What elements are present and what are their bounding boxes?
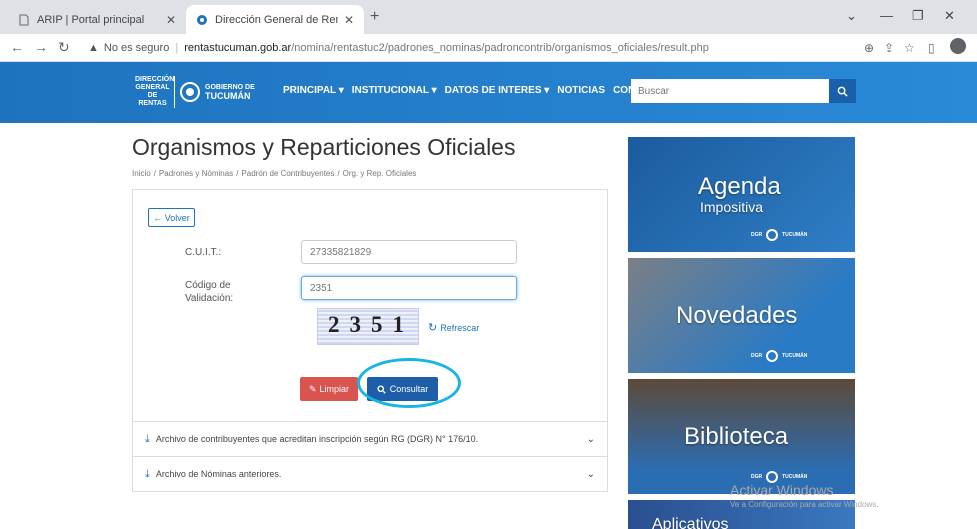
profile-avatar[interactable] <box>950 38 966 54</box>
cuit-label: C.U.I.T.: <box>185 247 222 258</box>
site-logo[interactable]: DIRECCIÓN GENERAL DE RENTAS GOBIERNO DE … <box>135 75 255 109</box>
banner-title: Biblioteca <box>684 423 789 450</box>
watermark-title: Activar Windows <box>730 482 834 498</box>
url-path: /nomina/rentastuc2/padrones_nominas/padr… <box>291 42 709 54</box>
banner-logo: DGR TUCUMÁN <box>751 228 841 242</box>
government-seal-icon <box>180 82 200 102</box>
main-navigation: PRINCIPAL ▾ INSTITUCIONAL ▾ DATOS DE INT… <box>283 85 677 96</box>
logo-gob-name: TUCUMÁN <box>205 91 251 101</box>
highlight-circle <box>357 358 461 408</box>
sidebar-icon[interactable]: ▯ <box>928 41 935 55</box>
page-title: Organismos y Reparticiones Oficiales <box>132 134 516 160</box>
url-field[interactable]: ▲ No es seguro | rentastucuman.gob.ar /n… <box>88 37 888 59</box>
nav-principal[interactable]: PRINCIPAL ▾ <box>283 85 344 96</box>
breadcrumb-padrones[interactable]: Padrones y Nóminas <box>159 169 233 178</box>
banner-title: Novedades <box>676 302 798 329</box>
breadcrumb-padron-contribuyentes[interactable]: Padrón de Contribuyentes <box>241 169 334 178</box>
back-button[interactable]: ← Volver <box>148 208 195 227</box>
close-icon[interactable]: ✕ <box>344 13 354 27</box>
windows-activation-watermark: Activar Windows Ve a Configuración para … <box>730 482 879 509</box>
validation-code-value: 2351 <box>310 282 333 294</box>
nav-noticias[interactable]: NOTICIAS <box>557 85 605 96</box>
cuit-field[interactable]: 27335821829 <box>301 240 517 264</box>
download-icon: ⤓ <box>145 467 150 480</box>
refresh-label: Refrescar <box>440 322 480 333</box>
breadcrumb: Inicio / Padrones y Nóminas / Padrón de Cont… <box>132 169 417 178</box>
government-seal-icon <box>766 229 779 241</box>
page-icon <box>19 14 29 25</box>
minimize-icon[interactable]: — <box>880 8 893 23</box>
download-icon: ⤓ <box>145 432 150 445</box>
search-button[interactable] <box>829 79 856 103</box>
banner-agenda-impositiva[interactable]: Agenda Impositiva DGR TUCUMÁN <box>628 137 855 252</box>
accordion-nominas-anteriores[interactable]: ⤓ Archivo de Nóminas anteriores. ⌄ <box>132 457 608 492</box>
logo-gob-text: GOBIERNO DE TUCUMÁN <box>205 83 255 101</box>
banner-subtitle: Impositiva <box>700 199 764 215</box>
search-icon <box>837 86 848 97</box>
reload-icon[interactable]: ↻ <box>58 39 70 56</box>
captcha-image: 2351 <box>317 308 419 345</box>
tab-title: ARIP | Portal principal <box>37 13 145 26</box>
site-favicon-icon <box>197 14 207 25</box>
banner-novedades[interactable]: Novedades DGR TUCUMÁN <box>628 258 855 373</box>
banner-logo: DGR TUCUMÁN <box>751 349 841 363</box>
site-search <box>631 79 856 103</box>
validation-code-field[interactable]: 2351 <box>301 276 517 300</box>
tab-title: Dirección General de Rentas | O... <box>215 13 338 26</box>
chevron-down-icon[interactable]: ⌄ <box>587 434 595 445</box>
maximize-icon[interactable]: ❐ <box>912 8 924 24</box>
logo-gob-top: GOBIERNO DE <box>205 84 255 91</box>
breadcrumb-current: Org. y Rep. Oficiales <box>342 169 417 178</box>
forward-arrow-icon[interactable]: → <box>34 39 48 55</box>
refresh-icon: ↻ <box>428 322 438 334</box>
close-window-icon[interactable]: ✕ <box>944 8 955 24</box>
warning-icon[interactable]: ▲ <box>88 42 99 54</box>
browser-tab-bar: ARIP | Portal principal ✕ Dirección Gene… <box>0 0 977 34</box>
site-header: DIRECCIÓN GENERAL DE RENTAS GOBIERNO DE … <box>0 62 977 123</box>
back-arrow-icon[interactable]: ← <box>10 39 24 55</box>
security-label: No es seguro <box>103 42 170 54</box>
zoom-icon[interactable]: ⊕ <box>864 41 874 55</box>
captcha-text: 2351 <box>328 312 414 337</box>
logo-dgr-text: DIRECCIÓN GENERAL DE RENTAS <box>135 76 175 108</box>
watermark-subtitle: Ve a Configuración para activar Windows. <box>730 500 879 509</box>
search-input[interactable] <box>631 79 829 103</box>
nav-datos-de-interes[interactable]: DATOS DE INTERES ▾ <box>445 85 550 96</box>
clear-button[interactable]: ✎ Limpiar <box>300 377 358 401</box>
banner-title: Aplicativos <box>652 516 729 529</box>
refresh-captcha-link[interactable]: ↻ Refrescar <box>428 321 479 334</box>
address-bar: ← → ↻ ▲ No es seguro | rentastucuman.gob… <box>0 34 977 62</box>
banner-biblioteca[interactable]: Biblioteca DGR TUCUMÁN <box>628 379 855 494</box>
close-icon[interactable]: ✕ <box>166 13 176 27</box>
accordion-rg-176[interactable]: ⤓ Archivo de contribuyentes que acredita… <box>132 422 608 457</box>
nav-institucional[interactable]: INSTITUCIONAL ▾ <box>352 85 437 96</box>
validation-code-label-line1: Código de <box>185 280 231 291</box>
accordion-label: Archivo de Nóminas anteriores. <box>155 469 282 479</box>
eraser-icon: ✎ <box>308 383 317 394</box>
new-tab-button[interactable]: + <box>370 8 379 26</box>
chevron-down-icon[interactable]: ⌄ <box>587 469 595 480</box>
star-icon[interactable]: ☆ <box>904 41 915 55</box>
tab-search-icon[interactable]: ⌄ <box>846 8 857 24</box>
clear-label: Limpiar <box>319 384 350 394</box>
government-seal-icon <box>766 350 779 362</box>
share-icon[interactable]: ⇪ <box>884 41 894 55</box>
breadcrumb-inicio[interactable]: Inicio <box>132 169 151 178</box>
accordion-label: Archivo de contribuyentes que acreditan … <box>155 434 479 444</box>
url-host: rentastucuman.gob.ar <box>184 42 292 54</box>
cuit-value: 27335821829 <box>310 246 372 258</box>
browser-tab-rentas[interactable]: Dirección General de Rentas | O... ✕ <box>186 5 364 34</box>
banner-title: Agenda <box>698 173 781 200</box>
validation-code-label: Código de Validación: <box>185 279 233 305</box>
validation-code-label-line2: Validación: <box>185 293 234 304</box>
url-divider: | <box>175 42 179 54</box>
browser-tab-arip[interactable]: ARIP | Portal principal ✕ <box>8 5 186 34</box>
